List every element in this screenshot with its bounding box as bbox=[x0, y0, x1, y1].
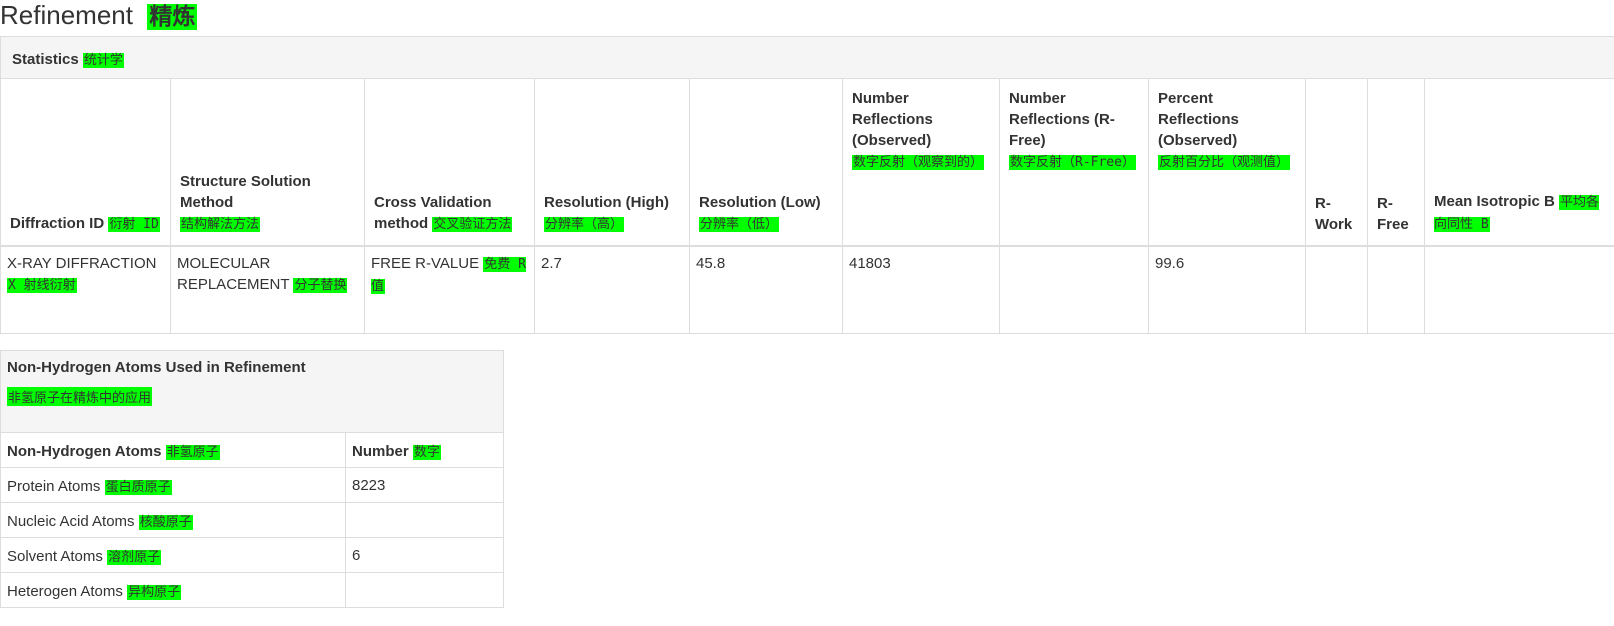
row-value-nucleic-acid-atoms bbox=[344, 502, 505, 538]
cell-resolution-high: 2.7 bbox=[534, 245, 690, 334]
page-title-en: Refinement bbox=[0, 0, 133, 30]
non-hydrogen-caption: Non-Hydrogen Atoms Used in Refinement 非氢… bbox=[0, 350, 505, 433]
col-number: Number 数字 bbox=[344, 432, 505, 468]
statistics-table: Diffraction ID 衍射 ID Structure Solution … bbox=[0, 78, 1614, 334]
cell-percent-reflections-observed: 99.6 bbox=[1148, 245, 1306, 334]
table-row: Heterogen Atoms 异构原子 bbox=[0, 572, 505, 608]
table-row: Solvent Atoms 溶剂原子 6 bbox=[0, 537, 505, 573]
cell-cross-validation-method: FREE R-VALUE 免费 R 值 bbox=[364, 245, 535, 334]
cell-mean-isotropic-b bbox=[1424, 245, 1614, 334]
statistics-title-en: Statistics bbox=[12, 51, 79, 68]
statistics-section-header: Statistics 统计学 bbox=[0, 36, 1614, 78]
table-row: Nucleic Acid Atoms 核酸原子 bbox=[0, 502, 505, 538]
row-value-protein-atoms: 8223 bbox=[344, 467, 505, 503]
cell-structure-solution-method: MOLECULAR REPLACEMENT 分子替换 bbox=[170, 245, 365, 334]
cell-r-work bbox=[1305, 245, 1368, 334]
col-r-work: R-Work bbox=[1305, 78, 1368, 247]
row-label-protein-atoms: Protein Atoms 蛋白质原子 bbox=[0, 467, 346, 503]
col-diffraction-id: Diffraction ID 衍射 ID bbox=[0, 78, 171, 247]
col-number-reflections-observed: Number Reflections (Observed) 数字反射（观察到的） bbox=[842, 78, 1000, 247]
col-percent-reflections-observed: Percent Reflections (Observed) 反射百分比（观测值） bbox=[1148, 78, 1306, 247]
row-value-solvent-atoms: 6 bbox=[344, 537, 505, 573]
col-resolution-low: Resolution (Low) 分辨率（低） bbox=[689, 78, 843, 247]
col-structure-solution-method: Structure Solution Method 结构解法方法 bbox=[170, 78, 365, 247]
cell-number-reflections-observed: 41803 bbox=[842, 245, 1000, 334]
col-cross-validation-method: Cross Validation method 交叉验证方法 bbox=[364, 78, 535, 247]
col-number-reflections-rfree: Number Reflections (R-Free) 数字反射（R-Free） bbox=[999, 78, 1149, 247]
cell-resolution-low: 45.8 bbox=[689, 245, 843, 334]
cell-diffraction-id: X-RAY DIFFRACTION X 射线衍射 bbox=[0, 245, 171, 334]
non-hydrogen-atoms-table: Non-Hydrogen Atoms Used in Refinement 非氢… bbox=[0, 350, 505, 608]
row-value-heterogen-atoms bbox=[344, 572, 505, 608]
page-title: Refinement 精炼 bbox=[0, 0, 198, 30]
row-label-solvent-atoms: Solvent Atoms 溶剂原子 bbox=[0, 537, 346, 573]
col-resolution-high: Resolution (High) 分辨率（高） bbox=[534, 78, 690, 247]
non-hydrogen-caption-en: Non-Hydrogen Atoms Used in Refinement bbox=[7, 359, 306, 376]
cell-r-free bbox=[1367, 245, 1425, 334]
page-title-zh: 精炼 bbox=[147, 4, 198, 30]
non-hydrogen-caption-zh: 非氢原子在精炼中的应用 bbox=[7, 387, 153, 406]
col-mean-isotropic-b: Mean Isotropic B 平均各向同性 B bbox=[1424, 78, 1614, 247]
row-label-nucleic-acid-atoms: Nucleic Acid Atoms 核酸原子 bbox=[0, 502, 346, 538]
col-non-hydrogen-atoms: Non-Hydrogen Atoms 非氢原子 bbox=[0, 432, 346, 468]
row-label-heterogen-atoms: Heterogen Atoms 异构原子 bbox=[0, 572, 346, 608]
cell-number-reflections-rfree bbox=[999, 245, 1149, 334]
statistics-title-zh: 统计学 bbox=[82, 53, 124, 68]
non-hydrogen-header-row: Non-Hydrogen Atoms 非氢原子 Number 数字 bbox=[0, 432, 505, 468]
statistics-data-row: X-RAY DIFFRACTION X 射线衍射 MOLECULAR REPLA… bbox=[0, 245, 1614, 334]
col-r-free: R-Free bbox=[1367, 78, 1425, 247]
statistics-header-row: Diffraction ID 衍射 ID Structure Solution … bbox=[0, 78, 1614, 247]
table-row: Protein Atoms 蛋白质原子 8223 bbox=[0, 467, 505, 503]
